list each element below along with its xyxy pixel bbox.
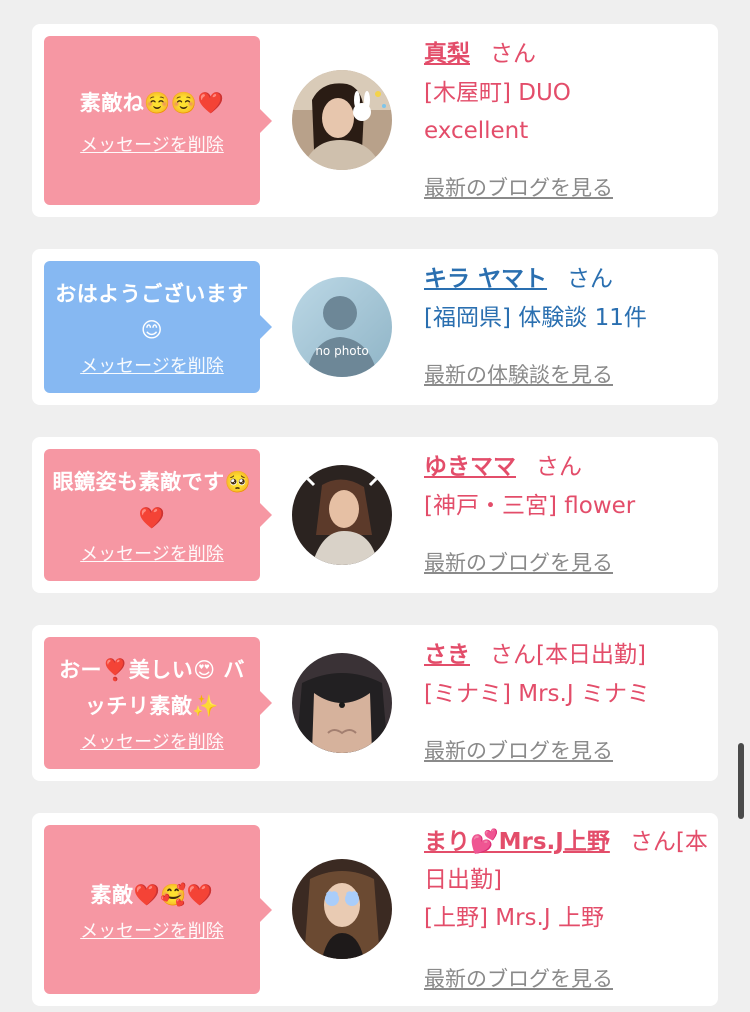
latest-blog-link[interactable]: 最新のブログを見る [424,547,613,577]
review-info: [福岡県] 体験談 11件 [424,305,647,331]
honorific: さん [490,41,536,67]
avatar[interactable]: no photo [292,277,392,377]
message-bubble: 素敵ね☺️☺️❤️ メッセージを削除 [44,36,272,205]
profile-info: ゆきママ さん [神戸・三宮] flower 最新のブログを見る [424,447,714,575]
message-bubble: おー❣️美しい😍 バッチリ素敵✨ メッセージを削除 [44,637,272,769]
message-text: 眼鏡姿も素敵です🥺❤️ [52,470,252,530]
profile-name-link[interactable]: さき [424,642,470,668]
list-item: おはようございます😊 メッセージを削除 no photo キラ ヤマト さん [福… [32,249,718,405]
honorific: さん [536,454,582,480]
message-text: 素敵❤️🥰❤️ [90,882,214,907]
message-text: おー❣️美しい😍 バッチリ素敵✨ [59,658,245,718]
avatar[interactable] [292,70,392,170]
no-photo-label: no photo [315,344,368,358]
list-item: 素敵ね☺️☺️❤️ メッセージを削除 真梨 さん [木屋町] DUO excell… [32,24,718,217]
message-bubble: 素敵❤️🥰❤️ メッセージを削除 [44,825,272,994]
list-item: おー❣️美しい😍 バッチリ素敵✨ メッセージを削除 さき さん[本日出勤] [ミナ… [32,625,718,781]
message-bubble: 眼鏡姿も素敵です🥺❤️ メッセージを削除 [44,449,272,581]
message-bubble: おはようございます😊 メッセージを削除 [44,261,272,393]
profile-name-link[interactable]: まり💕Mrs.J上野 [424,829,610,855]
profile-name-link[interactable]: ゆきママ [424,454,516,480]
message-text: おはようございます😊 [55,282,249,342]
delete-message-link[interactable]: メッセージを削除 [80,352,224,378]
honorific: さん [567,266,614,292]
delete-message-link[interactable]: メッセージを削除 [80,728,224,754]
scrollbar[interactable] [738,743,744,819]
delete-message-link[interactable]: メッセージを削除 [80,917,224,943]
latest-review-link[interactable]: 最新の体験談を見る [424,359,613,389]
profile-name-link[interactable]: 真梨 [424,41,470,67]
list-item: 素敵❤️🥰❤️ メッセージを削除 まり💕Mrs.J上野 さん[本日出勤] [上野]… [32,813,718,1006]
shop-info: [上野] Mrs.J 上野 [424,905,604,931]
avatar[interactable] [292,859,392,959]
profile-info: 真梨 さん [木屋町] DUO excellent 最新のブログを見る [424,34,714,200]
latest-blog-link[interactable]: 最新のブログを見る [424,735,613,765]
delete-message-link[interactable]: メッセージを削除 [80,540,224,566]
avatar[interactable] [292,653,392,753]
profile-info: さき さん[本日出勤] [ミナミ] Mrs.J ミナミ 最新のブログを見る [424,635,714,763]
list-item: 眼鏡姿も素敵です🥺❤️ メッセージを削除 ゆきママ さん [神戸・三宮] flow… [32,437,718,593]
latest-blog-link[interactable]: 最新のブログを見る [424,172,613,202]
shop-name: excellent [424,118,529,144]
profile-info: まり💕Mrs.J上野 さん[本日出勤] [上野] Mrs.J 上野 最新のブログを… [424,823,714,991]
avatar[interactable] [292,465,392,565]
shop-info: [木屋町] DUO [424,80,571,106]
shop-info: [神戸・三宮] flower [424,493,636,519]
honorific: さん[本日出勤] [490,642,646,668]
message-text: 素敵ね☺️☺️❤️ [79,90,225,115]
profile-name-link[interactable]: キラ ヤマト [424,266,547,292]
shop-info: [ミナミ] Mrs.J ミナミ [424,681,650,707]
latest-blog-link[interactable]: 最新のブログを見る [424,963,613,993]
profile-info: キラ ヤマト さん [福岡県] 体験談 11件 最新の体験談を見る [424,259,714,387]
delete-message-link[interactable]: メッセージを削除 [80,131,224,157]
